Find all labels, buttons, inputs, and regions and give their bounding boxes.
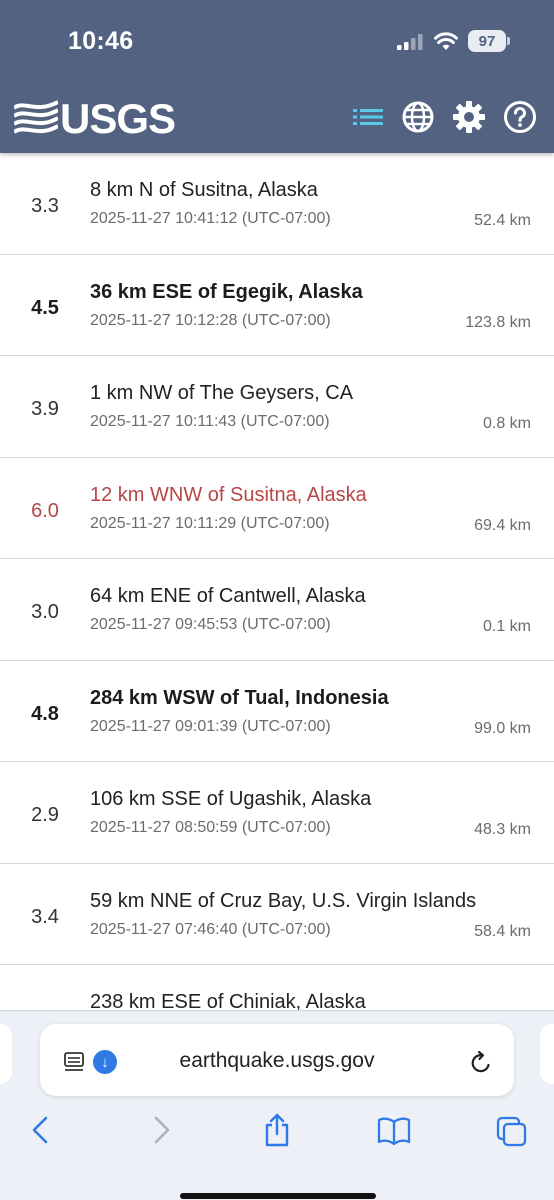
back-button[interactable] <box>24 1112 58 1148</box>
cellular-signal-icon <box>397 34 423 50</box>
battery-tip <box>507 37 510 45</box>
magnitude-label: 3.3 <box>31 195 59 217</box>
earthquake-row[interactable]: 3.9 1 km NW of The Geysers, CA 2025-11-27 … <box>0 356 554 458</box>
help-button[interactable] <box>503 100 537 134</box>
tabs-icon <box>496 1116 527 1147</box>
place-label: 64 km ENE of Cantwell, Alaska <box>90 585 366 607</box>
next-tab-edge[interactable] <box>540 1024 554 1084</box>
time-label: 2025-11-27 10:11:43 (UTC-07:00) <box>90 413 330 430</box>
wifi-icon <box>434 32 458 50</box>
globe-icon <box>402 101 434 133</box>
magnitude-label: 3.4 <box>31 905 59 928</box>
forward-icon <box>154 1116 170 1144</box>
time-label: 2025-11-27 09:45:53 (UTC-07:00) <box>90 616 331 633</box>
time-label: 2025-11-27 10:41:12 (UTC-07:00) <box>90 210 331 227</box>
bookmarks-icon <box>377 1117 411 1146</box>
place-label: 284 km WSW of Tual, Indonesia <box>90 686 389 709</box>
app-header: 10:46 97 USGS <box>0 0 554 153</box>
place-label: 36 km ESE of Egegik, Alaska <box>90 280 363 303</box>
earthquake-list: 3.3 8 km N of Susitna, Alaska 2025-11-27 1… <box>0 153 554 1067</box>
time-label: 2025-11-27 08:50:59 (UTC-07:00) <box>90 819 331 836</box>
magnitude-label: 3.0 <box>31 601 59 623</box>
earthquake-row[interactable]: 3.3 8 km N of Susitna, Alaska 2025-11-27 1… <box>0 153 554 255</box>
url-text[interactable]: earthquake.usgs.gov <box>40 1049 514 1073</box>
battery-indicator: 97 <box>468 30 506 52</box>
depth-label: 0.8 km <box>482 415 531 432</box>
magnitude-label: 3.9 <box>31 398 59 420</box>
forward-button[interactable] <box>144 1112 178 1148</box>
depth-label: 123.8 km <box>465 313 531 331</box>
settings-button[interactable] <box>452 100 486 134</box>
app-frame: 10:46 97 USGS 3.3 8 km N of Susitna, Ala… <box>0 0 554 1200</box>
map-view-button[interactable] <box>401 100 435 134</box>
share-icon <box>265 1113 289 1147</box>
earthquake-row[interactable]: 4.8 284 km WSW of Tual, Indonesia 2025-11-… <box>0 661 554 762</box>
reload-icon[interactable] <box>468 1050 494 1076</box>
magnitude-label: 4.5 <box>31 296 59 319</box>
earthquake-row[interactable]: 3.0 64 km ENE of Cantwell, Alaska 2025-11-… <box>0 559 554 661</box>
back-icon <box>32 1116 48 1144</box>
browser-chrome: ↓ earthquake.usgs.gov <box>0 1010 554 1200</box>
depth-label: 99.0 km <box>474 719 531 737</box>
home-indicator <box>180 1193 376 1199</box>
depth-label: 69.4 km <box>474 516 531 534</box>
earthquake-row[interactable]: 2.9 106 km SSE of Ugashik, Alaska 2025-11-… <box>0 762 554 864</box>
magnitude-label: 6.0 <box>31 499 59 522</box>
list-view-button[interactable] <box>351 100 385 134</box>
place-label: 106 km SSE of Ugashik, Alaska <box>90 788 372 810</box>
place-label: 1 km NW of The Geysers, CA <box>90 382 354 404</box>
depth-label: 58.4 km <box>474 922 531 940</box>
address-bar[interactable]: ↓ earthquake.usgs.gov <box>40 1024 514 1096</box>
time-label: 2025-11-27 10:12:28 (UTC-07:00) <box>90 311 331 329</box>
place-label: 59 km NNE of Cruz Bay, U.S. Virgin Islan… <box>90 889 477 912</box>
logo-text: USGS <box>60 95 176 142</box>
time-label: 2025-11-27 10:11:29 (UTC-07:00) <box>90 514 330 532</box>
depth-label: 52.4 km <box>474 212 531 229</box>
magnitude-label: 2.9 <box>31 804 59 826</box>
earthquake-row[interactable]: 3.4 59 km NNE of Cruz Bay, U.S. Virgin Is… <box>0 864 554 965</box>
time-label: 2025-11-27 07:46:40 (UTC-07:00) <box>90 920 331 938</box>
depth-label: 48.3 km <box>474 821 531 838</box>
usgs-logo[interactable]: USGS <box>14 95 176 142</box>
usgs-wave-logo-icon <box>14 100 58 134</box>
status-time: 10:46 <box>68 27 134 55</box>
depth-label: 0.1 km <box>482 618 531 635</box>
help-icon <box>504 101 536 133</box>
previous-tab-edge[interactable] <box>0 1024 12 1084</box>
earthquake-row[interactable]: 4.5 36 km ESE of Egegik, Alaska 2025-11-27… <box>0 255 554 356</box>
place-label: 8 km N of Susitna, Alaska <box>90 179 318 201</box>
place-label: 12 km WNW of Susitna, Alaska <box>90 483 367 506</box>
bookmarks-button[interactable] <box>377 1112 411 1148</box>
time-label: 2025-11-27 09:01:39 (UTC-07:00) <box>90 717 331 735</box>
earthquake-row[interactable]: 6.0 12 km WNW of Susitna, Alaska 2025-11-2… <box>0 458 554 559</box>
share-button[interactable] <box>260 1112 294 1148</box>
magnitude-label: 4.8 <box>31 702 59 725</box>
list-icon <box>353 109 383 125</box>
tabs-button[interactable] <box>494 1112 528 1148</box>
gear-icon <box>453 101 485 133</box>
